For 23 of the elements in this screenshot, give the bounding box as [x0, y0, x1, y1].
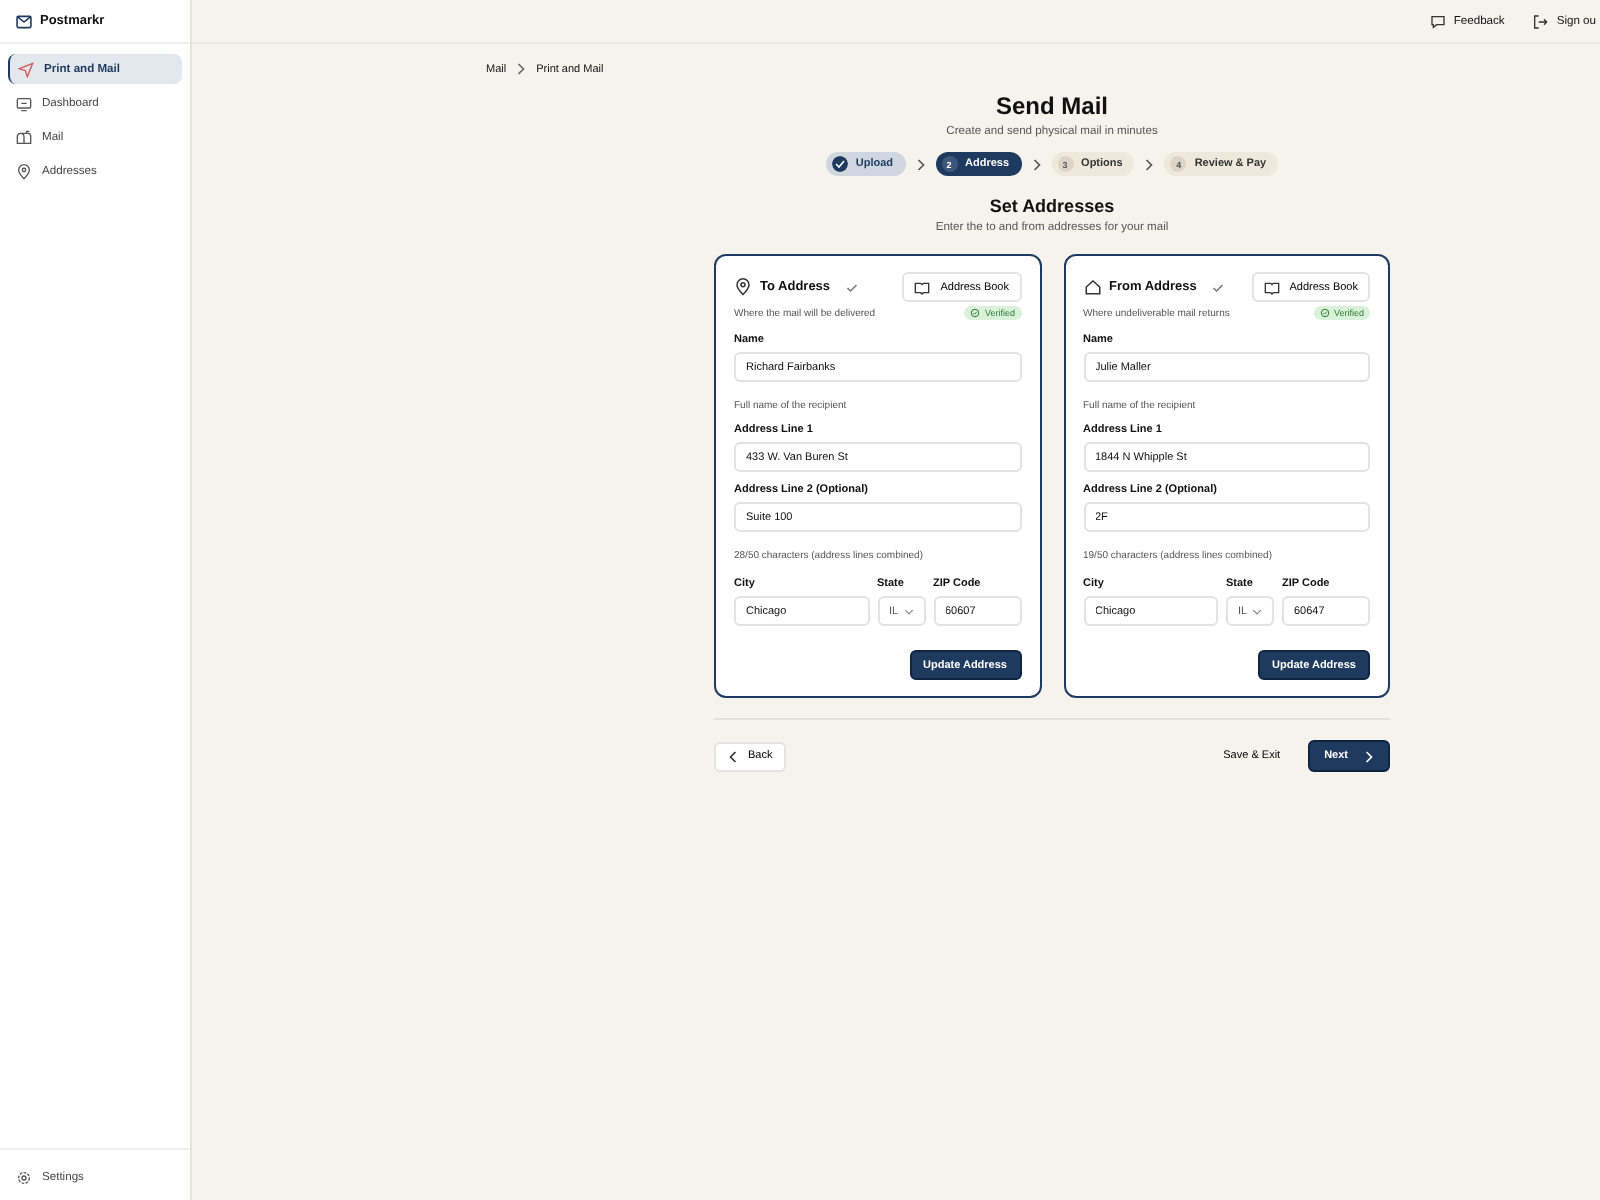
location-pin-icon — [16, 163, 32, 179]
sign-out-icon — [1532, 13, 1549, 29]
chevron-right-icon — [1031, 157, 1042, 171]
page-title: Send Mail — [995, 92, 1108, 120]
chevron-down-icon — [1252, 607, 1262, 615]
section-title: Set Addresses — [989, 196, 1115, 216]
chevron-right-icon — [516, 62, 527, 76]
chevron-right-icon — [915, 157, 926, 171]
mailbox-icon — [16, 129, 32, 145]
book-icon — [914, 279, 931, 295]
house-icon — [1083, 278, 1101, 296]
location-pin-icon — [734, 278, 752, 296]
chevron-down-icon — [903, 607, 913, 615]
envelope-icon — [16, 13, 32, 29]
paper-plane-icon — [18, 61, 34, 77]
book-icon — [1263, 279, 1280, 295]
chevron-right-icon — [1144, 157, 1155, 171]
check-circle-icon — [831, 156, 848, 172]
chat-bubble-icon — [1429, 13, 1446, 29]
chevron-left-icon — [728, 749, 738, 763]
chevron-right-icon — [1364, 749, 1374, 763]
settings-icon — [16, 1169, 32, 1185]
monitor-icon — [16, 95, 32, 111]
